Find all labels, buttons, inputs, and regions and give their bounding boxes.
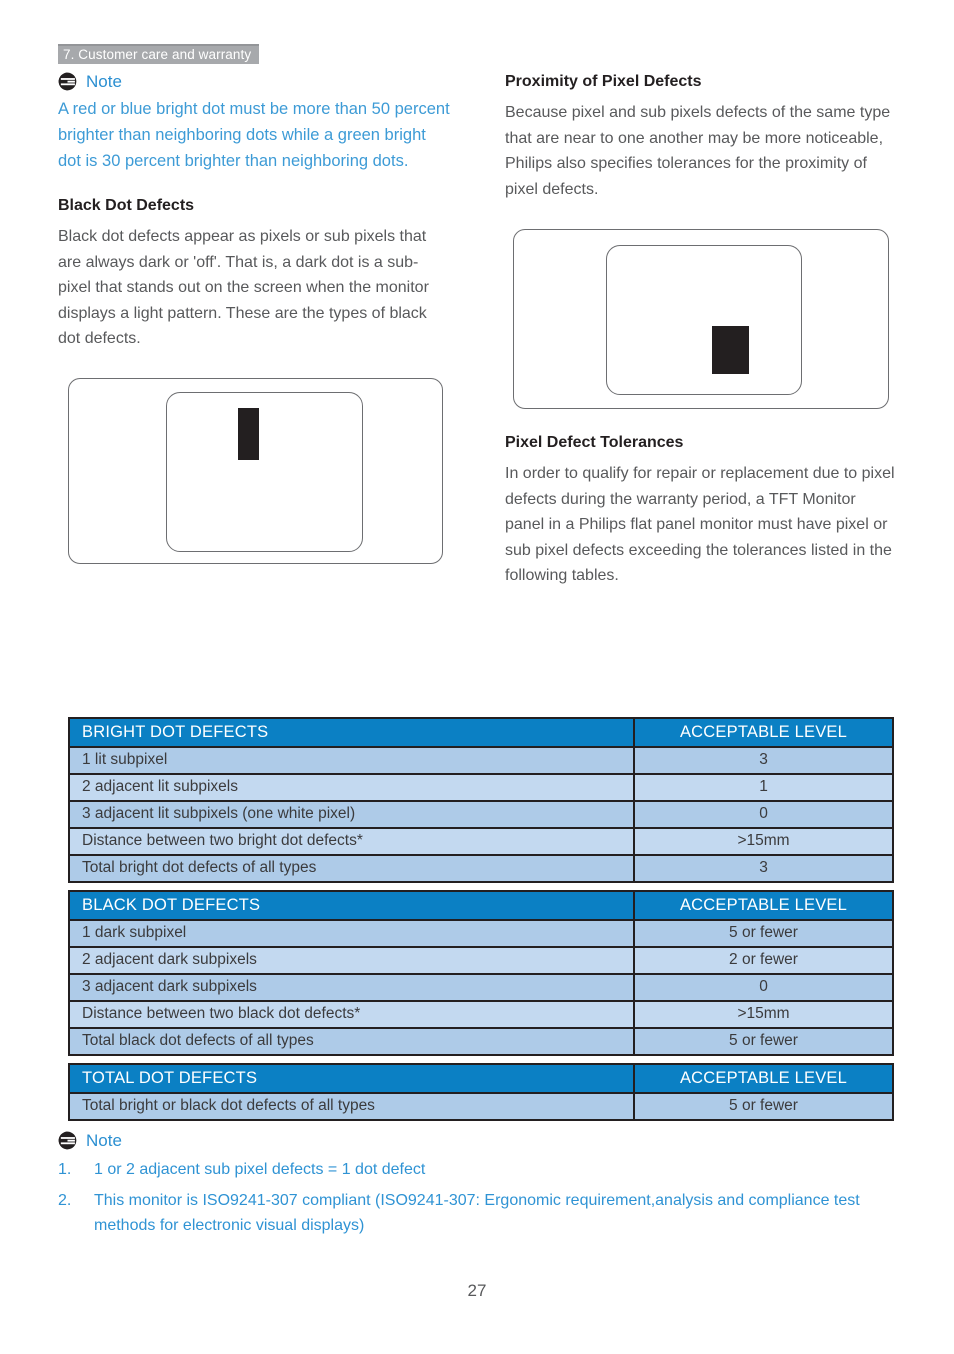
table-row: 2 adjacent dark subpixels 2 or fewer (68, 946, 894, 975)
proximity-text: Because pixel and sub pixels defects of … (505, 104, 891, 198)
table-row: Distance between two bright dot defects*… (68, 827, 894, 856)
cell-value: 2 or fewer (633, 946, 894, 975)
cell-label: Total bright dot defects of all types (68, 854, 635, 883)
chapter-header: 7. Customer care and warranty (58, 44, 260, 64)
cell-label: Total bright or black dot defects of all… (68, 1092, 635, 1121)
column-header-level: ACCEPTABLE LEVEL (633, 717, 894, 748)
cell-label: Total black dot defects of all types (68, 1027, 635, 1056)
cell-value: 5 or fewer (633, 1027, 894, 1056)
black-dot-defects-text: Black dot defects appear as pixels or su… (58, 228, 429, 348)
cell-label: 2 adjacent dark subpixels (68, 946, 635, 975)
screen-outline-shape (166, 391, 363, 552)
table-header-row: TOTAL DOT DEFECTS ACCEPTABLE LEVEL (68, 1063, 894, 1094)
note-title: Note (86, 1131, 122, 1150)
cell-label: 1 dark subpixel (68, 919, 635, 948)
table-row: Total bright or black dot defects of all… (68, 1092, 894, 1121)
note-list: 1. 1 or 2 adjacent sub pixel defects = 1… (58, 1157, 898, 1238)
list-item-number: 1. (58, 1161, 72, 1178)
table-header-row: BLACK DOT DEFECTS ACCEPTABLE LEVEL (68, 890, 894, 921)
document-page: 7. Customer care and warranty Note A red… (0, 0, 954, 1354)
list-item-number: 2. (58, 1192, 72, 1209)
cell-label: 2 adjacent lit subpixels (68, 773, 635, 802)
table-row: 1 dark subpixel 5 or fewer (68, 919, 894, 948)
list-item: 1. 1 or 2 adjacent sub pixel defects = 1… (58, 1157, 898, 1182)
bright-dot-defects-table: BRIGHT DOT DEFECTS ACCEPTABLE LEVEL 1 li… (68, 717, 894, 883)
cell-value: >15mm (633, 827, 894, 856)
column-header-level: ACCEPTABLE LEVEL (633, 1063, 894, 1094)
black-dot-defect-figure (58, 370, 450, 570)
table-row: 3 adjacent dark subpixels 0 (68, 973, 894, 1002)
cell-value: >15mm (633, 1000, 894, 1029)
cell-value: 0 (633, 800, 894, 829)
right-column: Proximity of Pixel Defects Because pixel… (505, 72, 897, 589)
cell-label: 3 adjacent lit subpixels (one white pixe… (68, 800, 635, 829)
table-row: Distance between two black dot defects* … (68, 1000, 894, 1029)
cell-value: 1 (633, 773, 894, 802)
list-item-text: 1 or 2 adjacent sub pixel defects = 1 do… (94, 1161, 426, 1178)
cell-value: 3 (633, 854, 894, 883)
note-heading: Note (58, 1131, 898, 1150)
cell-value: 5 or fewer (633, 919, 894, 948)
left-column: Note A red or blue bright dot must be mo… (58, 72, 450, 570)
list-item: 2. This monitor is ISO9241-307 compliant… (58, 1188, 898, 1238)
cell-label: 3 adjacent dark subpixels (68, 973, 635, 1002)
note-body-text: A red or blue bright dot must be more th… (58, 100, 450, 170)
black-dot-marker (712, 326, 749, 375)
chapter-header-label: 7. Customer care and warranty (63, 47, 252, 63)
pixel-defect-proximity-figure (505, 224, 897, 417)
column-header-level: ACCEPTABLE LEVEL (633, 890, 894, 921)
cell-label: Distance between two black dot defects* (68, 1000, 635, 1029)
black-dot-marker (238, 407, 259, 460)
cell-value: 3 (633, 746, 894, 775)
cell-label: Distance between two bright dot defects* (68, 827, 635, 856)
tolerances-heading: Pixel Defect Tolerances (505, 434, 684, 452)
screen-outline-shape (606, 245, 802, 396)
cell-value: 0 (633, 973, 894, 1002)
cell-value: 5 or fewer (633, 1092, 894, 1121)
note-title: Note (86, 72, 122, 91)
cell-label: 1 lit subpixel (68, 746, 635, 775)
column-header-category: BRIGHT DOT DEFECTS (68, 717, 635, 748)
black-dot-defects-table: BLACK DOT DEFECTS ACCEPTABLE LEVEL 1 dar… (68, 890, 894, 1056)
bottom-note-block: Note 1. 1 or 2 adjacent sub pixel defect… (58, 1131, 898, 1244)
column-header-category: TOTAL DOT DEFECTS (68, 1063, 635, 1094)
table-row: 1 lit subpixel 3 (68, 746, 894, 775)
note-icon (58, 72, 77, 91)
table-row: 2 adjacent lit subpixels 1 (68, 773, 894, 802)
table-row: Total black dot defects of all types 5 o… (68, 1027, 894, 1056)
table-row: Total bright dot defects of all types 3 (68, 854, 894, 883)
table-header-row: BRIGHT DOT DEFECTS ACCEPTABLE LEVEL (68, 717, 894, 748)
pixel-defect-tolerance-tables: BRIGHT DOT DEFECTS ACCEPTABLE LEVEL 1 li… (68, 717, 894, 1128)
black-dot-defects-heading: Black Dot Defects (58, 197, 195, 214)
column-header-category: BLACK DOT DEFECTS (68, 890, 635, 921)
note-icon (58, 1131, 77, 1150)
tolerances-text: In order to qualify for repair or replac… (505, 465, 895, 585)
list-item-text: This monitor is ISO9241-307 compliant (I… (94, 1192, 860, 1234)
proximity-heading: Proximity of Pixel Defects (505, 73, 702, 90)
page-number: 27 (467, 1281, 487, 1300)
total-dot-defects-table: TOTAL DOT DEFECTS ACCEPTABLE LEVEL Total… (68, 1063, 894, 1121)
note-heading: Note (58, 72, 450, 91)
table-row: 3 adjacent lit subpixels (one white pixe… (68, 800, 894, 829)
